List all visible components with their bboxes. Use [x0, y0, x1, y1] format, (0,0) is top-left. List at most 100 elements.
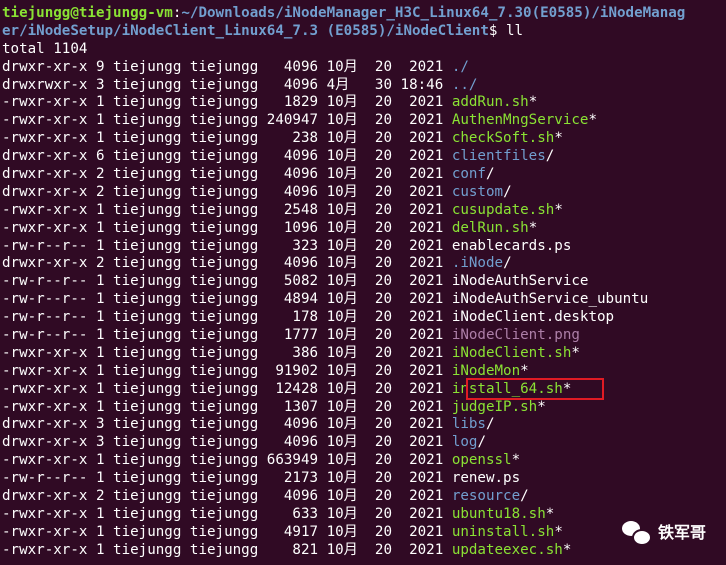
file-meta: -rwxr-xr-x 1 tiejungg tiejungg 1096 10月 …: [2, 219, 452, 236]
file-name[interactable]: custom: [452, 184, 503, 200]
file-type-suffix: *: [571, 344, 580, 361]
file-type-suffix: /: [503, 255, 512, 272]
file-meta: -rwxr-xr-x 1 tiejungg tiejungg 2548 10月 …: [2, 201, 452, 218]
file-type-suffix: *: [554, 130, 563, 147]
terminal-window[interactable]: tiejungg@tiejungg-vm:~/Downloads/iNodeMa…: [0, 0, 726, 565]
file-meta: drwxr-xr-x 6 tiejungg tiejungg 4096 10月 …: [2, 148, 452, 165]
file-name[interactable]: addRun.sh: [452, 94, 529, 110]
wechat-icon: [621, 521, 652, 546]
file-entry: drwxr-xr-x 2 tiejungg tiejungg 4096 10月 …: [2, 184, 726, 202]
file-name[interactable]: updateexec.sh: [452, 542, 563, 558]
file-meta: -rw-r--r-- 1 tiejungg tiejungg 323 10月 2…: [2, 237, 452, 254]
watermark-text: 铁军哥: [657, 523, 706, 543]
watermark: 铁军哥: [621, 521, 706, 546]
file-name[interactable]: iNodeClient.desktop: [452, 309, 614, 325]
command-text: ll: [505, 22, 524, 39]
prompt-path-part2: er/iNodeSetup/iNodeClient_Linux64_7.3 (E…: [2, 22, 489, 39]
file-entry: -rwxr-xr-x 1 tiejungg tiejungg 821 10月 2…: [2, 542, 726, 560]
file-meta: drwxr-xr-x 2 tiejungg tiejungg 4096 10月 …: [2, 183, 452, 200]
file-entry: drwxr-xr-x 3 tiejungg tiejungg 4096 10月 …: [2, 434, 726, 452]
file-meta: drwxr-xr-x 2 tiejungg tiejungg 4096 10月 …: [2, 488, 452, 505]
file-name[interactable]: clientfiles: [452, 148, 546, 164]
file-name[interactable]: AuthenMngService: [452, 112, 589, 128]
file-name[interactable]: delRun.sh: [452, 220, 529, 236]
file-meta: -rw-r--r-- 1 tiejungg tiejungg 4894 10月 …: [2, 291, 452, 308]
file-name[interactable]: checkSoft.sh: [452, 130, 555, 146]
file-meta: -rwxr-xr-x 1 tiejungg tiejungg 91902 10月…: [2, 362, 452, 379]
file-entry: -rw-r--r-- 1 tiejungg tiejungg 323 10月 2…: [2, 238, 726, 256]
file-entry: -rwxr-xr-x 1 tiejungg tiejungg 12428 10月…: [2, 381, 726, 399]
file-entry: drwxrwxr-x 3 tiejungg tiejungg 4096 4月 3…: [2, 77, 726, 95]
file-entry: -rwxr-xr-x 1 tiejungg tiejungg 663949 10…: [2, 452, 726, 470]
file-meta: drwxr-xr-x 3 tiejungg tiejungg 4096 10月 …: [2, 416, 452, 433]
file-entry: drwxr-xr-x 9 tiejungg tiejungg 4096 10月 …: [2, 59, 726, 77]
file-meta: -rwxr-xr-x 1 tiejungg tiejungg 386 10月 2…: [2, 344, 452, 361]
file-meta: -rwxr-xr-x 1 tiejungg tiejungg 633 10月 2…: [2, 505, 452, 522]
file-type-suffix: *: [537, 398, 546, 415]
file-name[interactable]: log: [452, 434, 478, 450]
file-meta: drwxrwxr-x 3 tiejungg tiejungg 4096 4月 3…: [2, 76, 452, 93]
file-name[interactable]: ../: [452, 77, 478, 93]
file-name[interactable]: install_64.sh: [452, 381, 563, 397]
file-entry: -rwxr-xr-x 1 tiejungg tiejungg 386 10月 2…: [2, 345, 726, 363]
prompt-symbol: $: [488, 22, 506, 39]
file-entry: drwxr-xr-x 2 tiejungg tiejungg 4096 10月 …: [2, 255, 726, 273]
file-name[interactable]: judgeIP.sh: [452, 399, 537, 415]
file-type-suffix: *: [511, 452, 521, 469]
file-type-suffix: *: [528, 94, 538, 111]
file-entry: drwxr-xr-x 6 tiejungg tiejungg 4096 10月 …: [2, 148, 726, 166]
file-type-suffix: *: [520, 362, 529, 379]
file-name[interactable]: openssl: [452, 452, 512, 468]
total-line: total 1104: [2, 40, 88, 57]
file-name[interactable]: libs: [452, 416, 486, 432]
file-name[interactable]: iNodeAuthService: [452, 273, 589, 289]
file-name[interactable]: iNodeClient.png: [452, 327, 580, 343]
file-name[interactable]: ubuntu18.sh: [452, 506, 546, 522]
prompt-user-host: tiejungg@tiejungg-vm: [2, 5, 173, 21]
file-entry: -rw-r--r-- 1 tiejungg tiejungg 1777 10月 …: [2, 327, 726, 345]
file-entry: -rwxr-xr-x 1 tiejungg tiejungg 2548 10月 …: [2, 202, 726, 220]
file-entry: -rwxr-xr-x 1 tiejungg tiejungg 4917 10月 …: [2, 524, 726, 542]
prompt-path-part1: ~/Downloads/iNodeManager_H3C_Linux64_7.3…: [181, 5, 686, 21]
file-type-suffix: /: [545, 148, 555, 165]
file-type-suffix: /: [485, 166, 495, 183]
file-name[interactable]: iNodeAuthService_ubuntu: [452, 291, 648, 307]
file-name[interactable]: ./: [452, 59, 469, 75]
file-name[interactable]: iNodeMon: [452, 363, 520, 379]
file-entry: drwxr-xr-x 2 tiejungg tiejungg 4096 10月 …: [2, 166, 726, 184]
file-entry: -rw-r--r-- 1 tiejungg tiejungg 178 10月 2…: [2, 309, 726, 327]
file-name[interactable]: conf: [452, 166, 486, 182]
file-meta: -rw-r--r-- 1 tiejungg tiejungg 1777 10月 …: [2, 327, 452, 344]
file-entry: -rwxr-xr-x 1 tiejungg tiejungg 91902 10月…: [2, 363, 726, 381]
prompt-line-1: tiejungg@tiejungg-vm:~/Downloads/iNodeMa…: [2, 5, 726, 23]
file-meta: -rwxr-xr-x 1 tiejungg tiejungg 663949 10…: [2, 452, 452, 469]
file-name[interactable]: enablecards.ps: [452, 238, 572, 254]
file-entry: -rwxr-xr-x 1 tiejungg tiejungg 1829 10月 …: [2, 94, 726, 112]
file-meta: -rwxr-xr-x 1 tiejungg tiejungg 238 10月 2…: [2, 130, 452, 147]
file-type-suffix: *: [562, 380, 572, 397]
file-meta: -rwxr-xr-x 1 tiejungg tiejungg 1829 10月 …: [2, 94, 452, 111]
file-meta: -rw-r--r-- 1 tiejungg tiejungg 5082 10月 …: [2, 273, 452, 290]
file-name[interactable]: renew.ps: [452, 470, 520, 486]
file-entry: drwxr-xr-x 2 tiejungg tiejungg 4096 10月 …: [2, 488, 726, 506]
file-name[interactable]: cusupdate.sh: [452, 202, 555, 218]
file-name[interactable]: iNodeClient.sh: [452, 345, 572, 361]
file-meta: -rwxr-xr-x 1 tiejungg tiejungg 12428 10月…: [2, 380, 452, 397]
file-name[interactable]: resource: [452, 488, 520, 504]
file-meta: -rw-r--r-- 1 tiejungg tiejungg 178 10月 2…: [2, 309, 452, 326]
file-type-suffix: *: [588, 112, 598, 129]
file-entry: -rwxr-xr-x 1 tiejungg tiejungg 1096 10月 …: [2, 220, 726, 238]
file-name[interactable]: uninstall.sh: [452, 524, 555, 540]
file-meta: -rwxr-xr-x 1 tiejungg tiejungg 821 10月 2…: [2, 541, 452, 558]
file-meta: -rwxr-xr-x 1 tiejungg tiejungg 240947 10…: [2, 112, 452, 129]
file-type-suffix: /: [485, 416, 495, 433]
file-type-suffix: /: [477, 434, 486, 451]
file-meta: drwxr-xr-x 9 tiejungg tiejungg 4096 10月 …: [2, 58, 452, 75]
file-type-suffix: /: [503, 183, 512, 200]
file-name[interactable]: .iNode: [452, 255, 503, 271]
file-type-suffix: *: [554, 523, 563, 540]
file-type-suffix: *: [545, 505, 555, 522]
file-entry: -rwxr-xr-x 1 tiejungg tiejungg 238 10月 2…: [2, 130, 726, 148]
file-meta: drwxr-xr-x 2 tiejungg tiejungg 4096 10月 …: [2, 166, 452, 183]
file-type-suffix: *: [554, 201, 563, 218]
